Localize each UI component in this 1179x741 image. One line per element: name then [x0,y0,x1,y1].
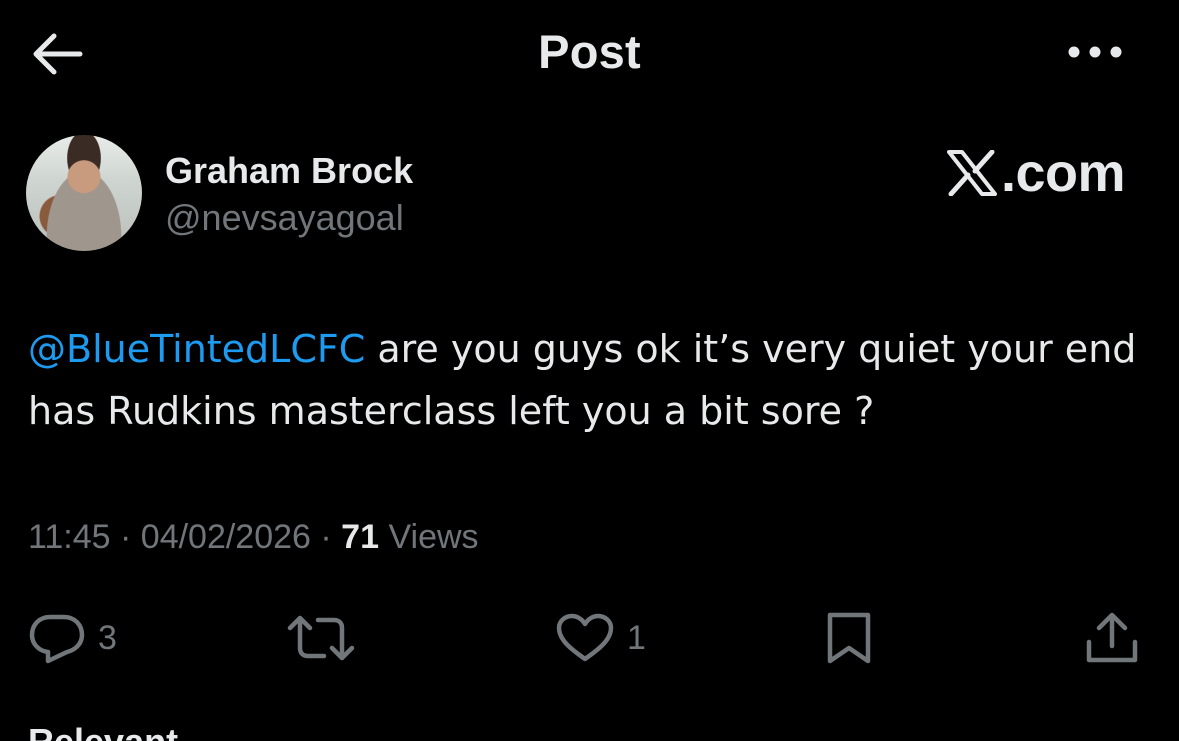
meta-separator: · [110,518,141,556]
post-text: @BlueTintedLCFC are you guys ok it’s ver… [28,318,1138,442]
more-options-button[interactable] [1064,36,1128,68]
views-label[interactable]: Views [379,518,478,556]
meta-separator: · [310,518,342,556]
source-logo-text: .com [1000,143,1126,203]
views-count[interactable]: 71 [341,518,379,556]
like-icon [556,613,614,662]
post-date[interactable]: 04/02/2026 [141,518,311,556]
repost-button[interactable] [286,606,356,670]
like-button[interactable]: 1 [555,606,646,670]
author-handle[interactable]: @nevsayagoal [165,197,404,239]
share-icon [1086,612,1138,663]
x-logo-icon [946,150,997,196]
avatar[interactable] [26,135,142,251]
author-name[interactable]: Graham Brock [165,150,413,192]
post-detail-screen: Post Graham Brock @nevsayagoal .com @Blu… [0,0,1179,741]
bookmark-button[interactable] [822,606,876,670]
next-section-heading: Relevant [28,724,178,741]
bookmark-icon [827,612,871,664]
more-icon [1068,46,1122,58]
action-bar: 3 1 [0,606,1179,670]
source-logo: .com [940,140,1126,206]
repost-icon [287,615,355,661]
mention-link[interactable]: @BlueTintedLCFC [28,327,365,371]
post-time[interactable]: 11:45 [28,518,111,556]
post-meta: 11:45 · 04/02/2026 · 71 Views [28,518,479,557]
page-title: Post [538,25,641,78]
share-button[interactable] [1084,606,1140,670]
reply-icon [29,614,85,664]
reply-button[interactable]: 3 [28,606,117,670]
reply-count: 3 [98,618,117,657]
like-count: 1 [627,618,646,657]
